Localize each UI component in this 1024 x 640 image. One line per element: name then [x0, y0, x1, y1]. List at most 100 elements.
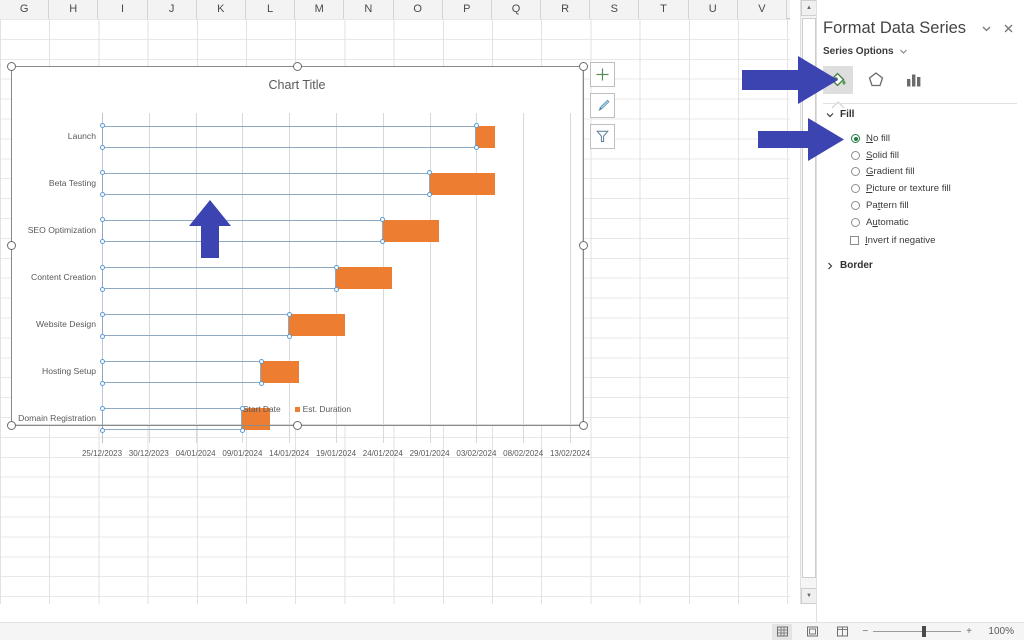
column-header-I[interactable]: I	[98, 0, 147, 19]
series-selection-dot[interactable]	[100, 287, 105, 292]
legend-item[interactable]: Start Date	[243, 404, 281, 414]
bar-start-date[interactable]	[102, 173, 430, 195]
column-header-G[interactable]: G	[0, 0, 49, 19]
column-header-P[interactable]: P	[443, 0, 492, 19]
scroll-up-button[interactable]: ▲	[801, 0, 817, 16]
bar-est-duration[interactable]	[430, 173, 496, 195]
series-selection-dot[interactable]	[100, 381, 105, 386]
series-selection-dot[interactable]	[334, 265, 339, 270]
series-selection-dot[interactable]	[240, 428, 245, 433]
chart-resize-handle[interactable]	[293, 62, 302, 71]
column-header-N[interactable]: N	[344, 0, 393, 19]
chart-elements-button[interactable]	[590, 62, 615, 87]
series-selection-dot[interactable]	[474, 145, 479, 150]
bar-est-duration[interactable]	[336, 267, 392, 289]
fill-option-solid-fill[interactable]: Solid fill	[851, 150, 899, 161]
column-header-M[interactable]: M	[295, 0, 344, 19]
pane-close-button[interactable]	[997, 17, 1019, 39]
page-layout-view-button[interactable]	[802, 624, 822, 640]
radio-button[interactable]	[851, 184, 860, 193]
chart-resize-handle[interactable]	[579, 241, 588, 250]
bar-start-date[interactable]	[102, 220, 383, 242]
bar-start-date[interactable]	[102, 361, 261, 383]
column-header-S[interactable]: S	[590, 0, 639, 19]
effects-tab[interactable]	[861, 66, 891, 94]
fill-option-no-fill[interactable]: No fill	[851, 133, 890, 144]
radio-button[interactable]	[851, 167, 860, 176]
series-selection-dot[interactable]	[100, 334, 105, 339]
chart-resize-handle[interactable]	[579, 421, 588, 430]
series-selection-dot[interactable]	[259, 359, 264, 364]
series-selection-dot[interactable]	[100, 428, 105, 433]
bar-est-duration[interactable]	[261, 361, 298, 383]
column-header-V[interactable]: V	[738, 0, 787, 19]
column-header-H[interactable]: H	[49, 0, 98, 19]
column-header-L[interactable]: L	[246, 0, 295, 19]
series-selection-dot[interactable]	[100, 312, 105, 317]
fill-option-picture-or-texture-fill[interactable]: Picture or texture fill	[851, 183, 951, 194]
column-header-Q[interactable]: Q	[492, 0, 541, 19]
pane-collapse-button[interactable]	[975, 17, 997, 39]
zoom-level-label[interactable]: 100%	[982, 626, 1014, 637]
chart-resize-handle[interactable]	[7, 62, 16, 71]
bar-est-duration[interactable]	[476, 126, 495, 148]
series-selection-dot[interactable]	[100, 265, 105, 270]
series-selection-dot[interactable]	[287, 312, 292, 317]
zoom-thumb[interactable]	[922, 626, 926, 637]
series-selection-dot[interactable]	[334, 287, 339, 292]
radio-button[interactable]	[851, 201, 860, 210]
bar-est-duration[interactable]	[383, 220, 439, 242]
chart-styles-button[interactable]	[590, 93, 615, 118]
checkbox[interactable]	[850, 236, 859, 245]
scroll-down-button[interactable]: ▼	[801, 588, 817, 604]
chart-title[interactable]: Chart Title	[12, 78, 582, 92]
chart-resize-handle[interactable]	[7, 241, 16, 250]
chart-legend[interactable]: Start Date Est. Duration	[12, 404, 582, 414]
series-options-tab[interactable]	[899, 66, 929, 94]
chart-resize-handle[interactable]	[293, 421, 302, 430]
page-break-view-button[interactable]	[832, 624, 852, 640]
column-header-O[interactable]: O	[394, 0, 443, 19]
invert-if-negative-checkbox-row[interactable]: Invert if negative	[850, 235, 935, 246]
series-selection-dot[interactable]	[100, 170, 105, 175]
bar-start-date[interactable]	[102, 126, 476, 148]
legend-item[interactable]: Est. Duration	[295, 404, 351, 414]
zoom-slider[interactable]: − +	[862, 626, 972, 637]
series-selection-dot[interactable]	[287, 334, 292, 339]
series-selection-dot[interactable]	[100, 123, 105, 128]
bar-start-date[interactable]	[102, 314, 289, 336]
zoom-track[interactable]	[873, 631, 961, 632]
chart-resize-handle[interactable]	[7, 421, 16, 430]
zoom-out-button[interactable]: −	[862, 626, 868, 637]
series-selection-dot[interactable]	[259, 381, 264, 386]
series-selection-dot[interactable]	[100, 406, 105, 411]
format-data-series-pane: Format Data Series Series Options	[816, 0, 1024, 622]
series-selection-dot[interactable]	[240, 406, 245, 411]
series-selection-dot[interactable]	[100, 145, 105, 150]
normal-view-button[interactable]	[772, 624, 792, 640]
radio-button[interactable]	[851, 134, 860, 143]
series-selection-dot[interactable]	[100, 359, 105, 364]
series-selection-dot[interactable]	[100, 217, 105, 222]
series-selection-dot[interactable]	[100, 239, 105, 244]
radio-button[interactable]	[851, 151, 860, 160]
chart-resize-handle[interactable]	[579, 62, 588, 71]
bar-est-duration[interactable]	[289, 314, 345, 336]
column-header-J[interactable]: J	[148, 0, 197, 19]
zoom-in-button[interactable]: +	[966, 626, 972, 637]
fill-option-pattern-fill[interactable]: Pattern fill	[851, 200, 909, 211]
column-header-U[interactable]: U	[689, 0, 738, 19]
column-header-K[interactable]: K	[197, 0, 246, 19]
chart-object[interactable]: Chart Title LaunchBeta TestingSEO Optimi…	[11, 66, 583, 425]
bar-start-date[interactable]	[102, 267, 336, 289]
column-header-T[interactable]: T	[639, 0, 688, 19]
chart-filters-button[interactable]	[590, 124, 615, 149]
series-selection-dot[interactable]	[474, 123, 479, 128]
fill-option-automatic[interactable]: Automatic	[851, 217, 909, 228]
border-section-header[interactable]: Border	[825, 260, 873, 271]
chart-plot-area[interactable]: LaunchBeta TestingSEO OptimizationConten…	[102, 113, 570, 443]
column-header-R[interactable]: R	[541, 0, 590, 19]
fill-option-gradient-fill[interactable]: Gradient fill	[851, 166, 915, 177]
series-selection-dot[interactable]	[100, 192, 105, 197]
radio-button[interactable]	[851, 218, 860, 227]
